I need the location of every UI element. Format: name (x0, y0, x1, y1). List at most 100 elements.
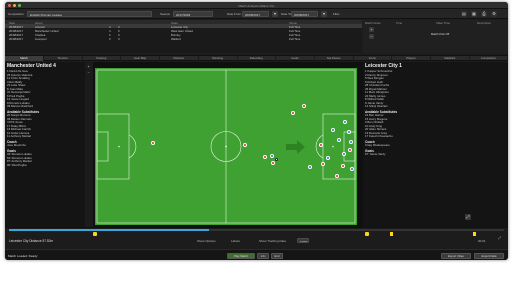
export-data-button[interactable]: Export Data (474, 252, 504, 259)
tab-comparison[interactable]: Comparison (469, 56, 508, 61)
tab-passing[interactable]: Passing (82, 56, 122, 61)
tab-timeline[interactable]: Timeline (44, 56, 83, 61)
player-entry[interactable]: 39 Marcus Rashford (7, 105, 83, 109)
home-lineup: 1 David De Gea 25 Antonio Valencia 12 Chri… (7, 70, 83, 109)
play-match-button[interactable]: Play Match (227, 252, 255, 259)
home-goals: 33' Romelu Lukaku 52' Romelu Lukaku 87' An… (7, 153, 83, 167)
ball-icon[interactable] (275, 158, 278, 161)
time-readout: 00:01 (478, 239, 486, 243)
away-lineup: 1 Kasper Schmeichel 2 Danny Simpson 5 Wes … (365, 70, 506, 109)
zoom-in-icon[interactable]: + (86, 65, 91, 70)
season-label: Season (160, 12, 171, 16)
note-entry[interactable]: Match Kick Off (431, 32, 449, 36)
tab-fouls[interactable]: Fouls (353, 56, 393, 61)
match-cell: Liverpool (35, 37, 47, 42)
home-player-marker[interactable] (263, 155, 267, 159)
add-note-icon[interactable]: + (369, 27, 374, 32)
pitch-lines (96, 69, 356, 224)
title-bar: Match Analysis (Match 1/1) (5, 2, 508, 9)
match-row[interactable]: 20/08/2017 Liverpool 3 3 Watford Full Time (5, 37, 362, 41)
timeline-track[interactable] (9, 229, 504, 231)
status-text: Match Loaded: Ready (8, 253, 38, 258)
away-player-marker[interactable] (350, 167, 354, 171)
season-select[interactable]: 2017/2018 (173, 11, 213, 17)
home-player-marker[interactable] (319, 143, 323, 147)
tab-set-pieces[interactable]: Set-Pieces (315, 56, 354, 61)
calendar-icon[interactable]: ▾ (321, 11, 327, 17)
home-player-marker[interactable] (341, 164, 345, 168)
expand-icon[interactable]: ⤢ (465, 214, 471, 220)
goal-event-marker[interactable] (365, 232, 369, 236)
show-options-label[interactable]: Show Options (197, 239, 216, 243)
notes-col-description: Description (477, 21, 491, 25)
date-from-label: Date From (227, 12, 242, 16)
tab-statistics[interactable]: Statistics (431, 56, 470, 61)
player-entry[interactable]: 90' Paul Pogba (7, 164, 83, 168)
match-cell: Full Time (289, 37, 301, 42)
show-tracking-toggle[interactable]: Show Tracking Data (259, 239, 286, 243)
away-subs: 21 Ben Hamer 15 Harry Maguire 3 Ben Chilwe… (365, 114, 506, 139)
tab-distance[interactable]: Distance (160, 56, 199, 61)
competition-select[interactable]: English Premier League (27, 11, 152, 17)
notes-col-video-time: Video Time (436, 21, 450, 25)
competition-label: Competition (8, 12, 25, 16)
tab-goals[interactable]: Goals (276, 56, 315, 61)
player-entry[interactable]: 17 Kelechi Iheanacho (365, 135, 506, 139)
card-event-marker[interactable] (473, 232, 476, 236)
pitch-view[interactable] (85, 62, 363, 227)
away-player-marker[interactable] (270, 154, 274, 158)
away-player-marker[interactable] (337, 138, 341, 142)
away-player-marker[interactable] (342, 152, 346, 156)
export-video-button[interactable]: Export Video (441, 252, 471, 259)
away-player-marker[interactable] (343, 120, 347, 124)
home-player-marker[interactable] (302, 104, 306, 108)
home-player-marker[interactable] (335, 174, 339, 178)
away-player-marker[interactable] (347, 130, 351, 134)
home-player-marker[interactable] (321, 162, 325, 166)
player-entry[interactable]: 67' Jamie Vardy (365, 153, 506, 157)
print-icon[interactable]: ⎙ (481, 11, 487, 17)
tab-heat-map[interactable]: Heat Map (121, 56, 161, 61)
tracking-value-field[interactable]: 100% (297, 238, 309, 243)
tab-match[interactable]: Match (5, 56, 44, 61)
home-player-marker[interactable] (151, 141, 155, 145)
away-goals: 67' Jamie Vardy (365, 153, 506, 157)
remove-note-icon[interactable]: − (369, 34, 374, 39)
timeline-bar: Leicester City Distance 57.52m Show Opti… (5, 227, 508, 249)
filter-label: Filter (333, 12, 340, 16)
home-player-marker[interactable] (271, 161, 275, 165)
zoom-out-icon[interactable]: − (86, 71, 91, 76)
labels-toggle[interactable]: Labels (231, 239, 240, 243)
away-player-marker[interactable] (331, 128, 335, 132)
home-player-marker[interactable] (243, 143, 247, 147)
date-to-label: Date To (281, 12, 292, 16)
end-button[interactable]: End (271, 252, 283, 259)
speed-button[interactable]: 1.0x (257, 252, 269, 259)
player-entry[interactable]: 11 Anthony Martial (7, 135, 83, 139)
match-cell: 20/08/2017 (9, 37, 23, 42)
home-team-title: Manchester United 4 (7, 63, 56, 69)
import-icon[interactable]: ▤ (461, 11, 467, 17)
fullscreen-icon[interactable]: ⤢ (497, 236, 502, 241)
home-player-marker[interactable] (348, 148, 352, 152)
away-player-marker[interactable] (308, 165, 312, 169)
away-player-marker[interactable] (349, 140, 353, 144)
home-player-marker[interactable] (291, 111, 295, 115)
match-list: Date Home Away Venue 20/08/2017 Arsenal 4 3… (5, 20, 362, 53)
tab-players[interactable]: Players (392, 56, 431, 61)
goal-event-marker[interactable] (93, 232, 97, 236)
tab-shooting[interactable]: Shooting (199, 56, 238, 61)
settings-icon[interactable]: ⚙ (491, 11, 497, 17)
card-event-marker[interactable] (390, 232, 393, 236)
pitch-control-strip: + − (85, 62, 93, 227)
tab-defending[interactable]: Defending (237, 56, 277, 61)
date-from-field[interactable]: 20/08/2017 (242, 11, 269, 17)
pitch[interactable] (95, 68, 357, 225)
date-to-field[interactable]: 20/08/2017 (291, 11, 318, 17)
player-entry[interactable]: 14 Shinji Okazaki (365, 105, 506, 109)
calendar-icon[interactable]: ▾ (272, 11, 278, 17)
notes-panel: Match Notes Time Video Time Description … (363, 20, 508, 53)
away-player-marker[interactable] (326, 156, 330, 160)
export-icon[interactable]: ▦ (471, 11, 477, 17)
distance-label: Leicester City Distance 57.52m (9, 239, 54, 243)
